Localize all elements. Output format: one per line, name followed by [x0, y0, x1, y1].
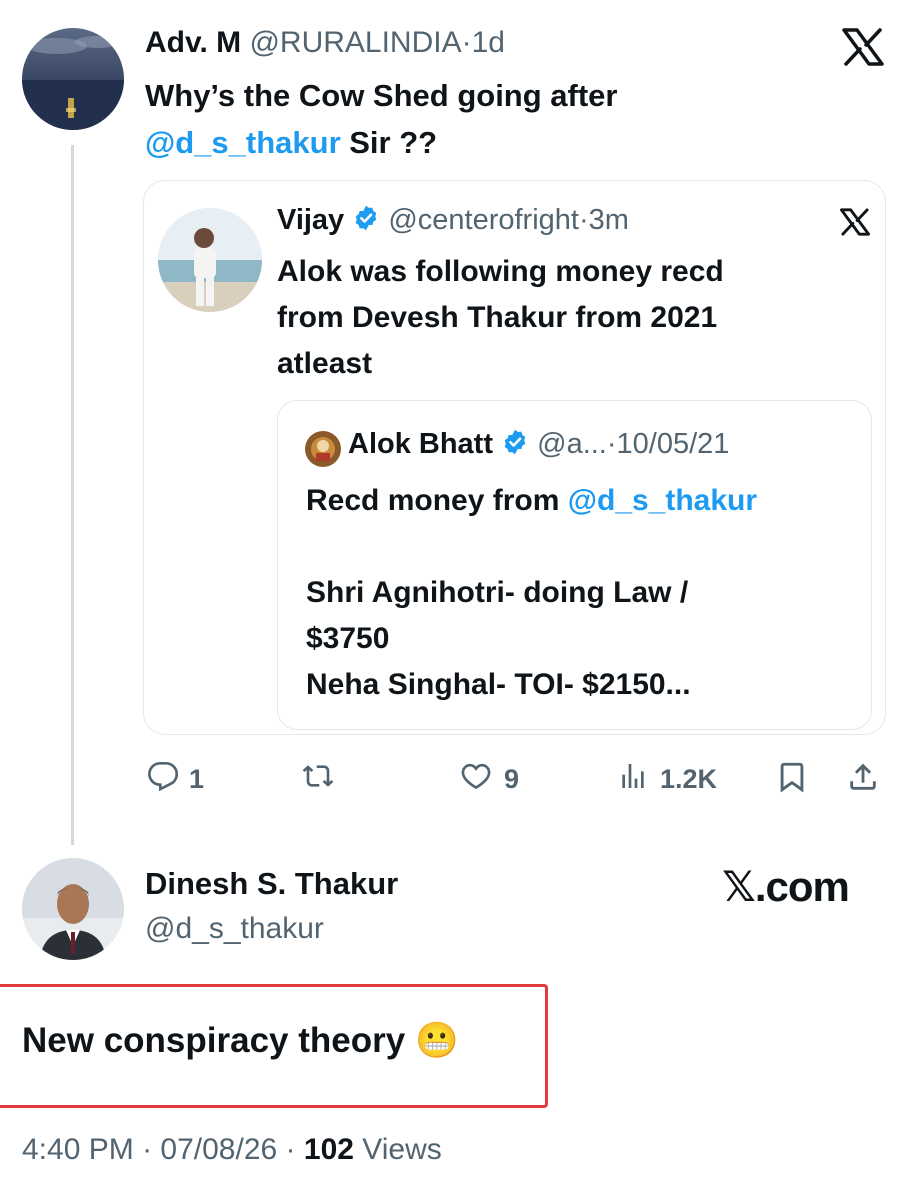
nested-text-prefix: Recd money from — [306, 484, 568, 517]
reply-icon — [147, 760, 179, 799]
timestamp-sep1: · — [142, 1133, 153, 1166]
tweet-time[interactable]: 4:40 PM — [22, 1133, 134, 1166]
share-icon[interactable] — [846, 760, 880, 799]
tweet-date[interactable]: 07/08/26 — [160, 1133, 277, 1166]
reply-display-name[interactable]: Adv. M — [145, 26, 241, 59]
quote-tweet-text: Alok was following money recd from Deves… — [277, 249, 847, 387]
reply-text-line1: Why’s the Cow Shed going after — [145, 78, 618, 113]
quote-text-line3: atleast — [277, 347, 373, 380]
quote-header: Vijay @centerofright·3m — [277, 204, 629, 240]
reply-action[interactable]: 1 — [147, 760, 204, 799]
nested-display-name[interactable]: Alok Bhatt — [348, 428, 493, 460]
nested-handle[interactable]: @a... — [537, 428, 607, 460]
reply-tweet-header: Adv. M @RURALINDIA·1d — [145, 26, 505, 60]
main-handle[interactable]: @d_s_thakur — [145, 912, 324, 946]
main-text: New conspiracy theory — [22, 1021, 406, 1060]
xcom-brand-logo: 𝕏.com — [722, 863, 850, 910]
views-label: Views — [362, 1133, 442, 1166]
repost-icon — [300, 760, 336, 799]
quote-age[interactable]: 3m — [589, 204, 629, 236]
reply-handle[interactable]: @RURALINDIA — [249, 26, 461, 59]
views-number: 102 — [303, 1133, 354, 1166]
nested-text-line3: $3750 — [306, 622, 390, 655]
repost-action[interactable] — [300, 760, 346, 799]
timestamp-row: 4:40 PM · 07/08/26 · 102 Views — [22, 1133, 442, 1167]
timestamp-sep2: · — [285, 1133, 296, 1166]
quote-text-line1: Alok was following money recd — [277, 255, 724, 288]
thread-connector-line — [71, 145, 74, 845]
reply-dot: · — [461, 26, 472, 59]
reply-tweet-text: Why’s the Cow Shed going after @d_s_thak… — [145, 72, 845, 166]
nested-dot: · — [606, 428, 617, 460]
nested-quote-text: Recd money from @d_s_thakur Shri Agnihot… — [306, 478, 856, 708]
nested-text-line2: Shri Agnihotri- doing Law / — [306, 576, 689, 609]
x-logo-icon — [842, 28, 884, 66]
quote-display-name[interactable]: Vijay — [277, 204, 344, 236]
nested-text-line4: Neha Singhal- TOI- $2150... — [306, 668, 691, 701]
views-action[interactable]: 1.2K — [616, 760, 717, 799]
avatar-adv-m[interactable] — [22, 28, 124, 130]
views-count: 1.2K — [660, 764, 718, 794]
verified-badge-icon — [501, 428, 529, 464]
main-display-name[interactable]: Dinesh S. Thakur — [145, 866, 398, 902]
like-count: 9 — [504, 764, 520, 794]
views-icon — [616, 760, 650, 799]
reply-age[interactable]: 1d — [472, 26, 505, 59]
avatar-dinesh[interactable] — [22, 858, 124, 960]
like-action[interactable]: 9 — [458, 760, 519, 799]
reply-text-line2: @d_s_thakur Sir ?? — [145, 119, 845, 166]
grimacing-emoji: 😬 — [414, 1021, 459, 1061]
verified-badge-icon — [352, 204, 380, 240]
quote-dot: · — [578, 204, 589, 236]
bookmark-icon[interactable] — [775, 760, 809, 799]
nested-date[interactable]: 10/05/21 — [617, 428, 730, 460]
quote-text-line2: from Devesh Thakur from 2021 — [277, 301, 718, 334]
reply-count: 1 — [189, 764, 205, 794]
nested-mention-link[interactable]: @d_s_thakur — [568, 484, 757, 517]
reply-mention-link[interactable]: @d_s_thakur — [145, 125, 341, 160]
nested-blank-line — [306, 524, 856, 570]
avatar-vijay[interactable] — [158, 208, 262, 312]
main-tweet-text: New conspiracy theory 😬 — [22, 1020, 459, 1061]
x-logo-small-icon — [840, 208, 870, 236]
quote-handle[interactable]: @centerofright — [388, 204, 579, 236]
reply-text-line2-rest: Sir ?? — [340, 125, 438, 160]
nested-text-line1: Recd money from @d_s_thakur — [306, 478, 856, 524]
heart-icon — [458, 760, 494, 799]
nested-quote-header: Alok Bhatt @a...·10/05/21 — [348, 428, 729, 464]
avatar-alok[interactable] — [305, 431, 341, 467]
